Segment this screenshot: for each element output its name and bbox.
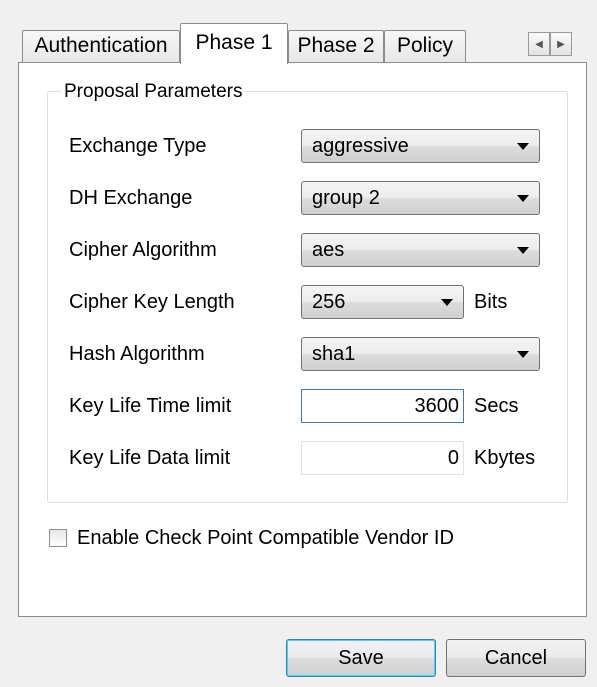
triangle-right-icon: ▶ bbox=[557, 38, 565, 50]
chevron-down-icon bbox=[441, 299, 453, 306]
cipher-key-length-label: Cipher Key Length bbox=[69, 291, 235, 313]
group-title: Proposal Parameters bbox=[61, 81, 246, 103]
key-life-data-input[interactable]: 0 bbox=[301, 441, 464, 475]
vendor-id-checkbox[interactable] bbox=[49, 529, 67, 547]
dh-exchange-value: group 2 bbox=[312, 187, 380, 209]
chevron-down-icon bbox=[517, 195, 529, 202]
key-life-time-label: Key Life Time limit bbox=[69, 395, 232, 417]
kbytes-unit-label: Kbytes bbox=[474, 447, 536, 469]
exchange-type-select[interactable]: aggressive bbox=[301, 129, 540, 163]
triangle-left-icon: ◀ bbox=[535, 38, 543, 50]
dh-exchange-label: DH Exchange bbox=[69, 187, 193, 209]
cipher-algorithm-label: Cipher Algorithm bbox=[69, 239, 217, 261]
vendor-id-checkbox-row[interactable]: Enable Check Point Compatible Vendor ID bbox=[49, 525, 454, 551]
key-life-time-input[interactable]: 3600 bbox=[301, 389, 464, 423]
tab-label: Phase 2 bbox=[297, 34, 375, 57]
hash-algorithm-value: sha1 bbox=[312, 343, 356, 365]
bits-unit-label: Bits bbox=[474, 291, 508, 313]
tab-page-phase-1: Proposal Parameters Exchange Type aggres… bbox=[18, 62, 587, 617]
tab-label: Phase 1 bbox=[195, 31, 273, 54]
exchange-type-label: Exchange Type bbox=[69, 135, 207, 157]
hash-algorithm-label: Hash Algorithm bbox=[69, 343, 205, 365]
tab-authentication[interactable]: Authentication bbox=[22, 30, 180, 64]
cipher-algorithm-select[interactable]: aes bbox=[301, 233, 540, 267]
cipher-algorithm-value: aes bbox=[312, 239, 345, 261]
tab-strip: Authentication Phase 1 Phase 2 Policy ◀ … bbox=[0, 0, 597, 64]
vendor-id-checkbox-label: Enable Check Point Compatible Vendor ID bbox=[77, 527, 454, 549]
cipher-key-length-value: 256 bbox=[312, 291, 346, 313]
chevron-down-icon bbox=[517, 351, 529, 358]
dh-exchange-select[interactable]: group 2 bbox=[301, 181, 540, 215]
secs-unit-label: Secs bbox=[474, 395, 519, 417]
tab-label: Authentication bbox=[34, 34, 168, 57]
cipher-key-length-select[interactable]: 256 bbox=[301, 285, 464, 319]
tab-policy[interactable]: Policy bbox=[384, 30, 466, 64]
tab-scroll-buttons: ◀ ▶ bbox=[528, 32, 572, 56]
key-life-data-label: Key Life Data limit bbox=[69, 447, 231, 469]
save-button[interactable]: Save bbox=[286, 639, 436, 677]
chevron-down-icon bbox=[517, 247, 529, 254]
tab-phase-1[interactable]: Phase 1 bbox=[180, 23, 288, 64]
tab-scroll-left-button[interactable]: ◀ bbox=[528, 32, 550, 56]
tab-scroll-right-button[interactable]: ▶ bbox=[550, 32, 572, 56]
chevron-down-icon bbox=[517, 143, 529, 150]
tab-phase-2[interactable]: Phase 2 bbox=[288, 30, 384, 64]
hash-algorithm-select[interactable]: sha1 bbox=[301, 337, 540, 371]
tab-label: Policy bbox=[396, 34, 454, 57]
cancel-button[interactable]: Cancel bbox=[446, 639, 586, 677]
exchange-type-value: aggressive bbox=[312, 135, 409, 157]
